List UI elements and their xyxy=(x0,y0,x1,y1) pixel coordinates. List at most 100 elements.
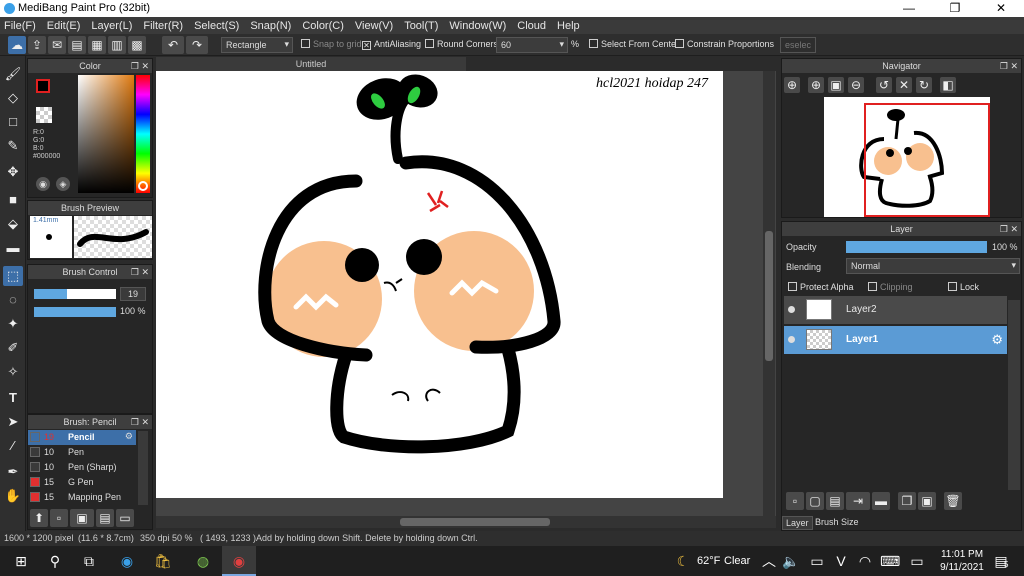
palette-icon[interactable]: ◉ xyxy=(36,177,50,191)
menu-file[interactable]: File(F) xyxy=(4,20,36,32)
page-icon[interactable]: ▦ xyxy=(88,36,106,54)
navigator-viewport[interactable] xyxy=(864,103,990,217)
keyboard-icon[interactable]: ▭ xyxy=(808,552,826,570)
select-pen-tool-icon[interactable]: ✐ xyxy=(3,338,23,358)
menu-snap[interactable]: Snap(N) xyxy=(250,20,291,32)
foreground-color-swatch[interactable] xyxy=(36,79,50,93)
task-view-icon[interactable]: ⧉ xyxy=(80,552,98,570)
layer-list-scrollbar[interactable] xyxy=(1008,300,1020,490)
panel-close-icon[interactable]: ❐ ✕ xyxy=(1000,59,1018,73)
zoom-icon[interactable]: ⊕ xyxy=(808,77,824,93)
gear-icon[interactable]: ⚙ xyxy=(991,332,1003,348)
navigator-thumbnail[interactable] xyxy=(824,97,990,217)
comment-icon[interactable]: ✉ xyxy=(48,36,66,54)
brush-folder-icon[interactable]: ▭ xyxy=(116,509,134,527)
round-corners-checkbox[interactable]: Round Corners xyxy=(425,39,498,49)
brush-item-mapping-pen[interactable]: 15 Mapping Pen xyxy=(28,490,136,505)
brush-item-pencil[interactable]: 19 Pencil ⚙ xyxy=(28,430,136,445)
clock-time[interactable]: 11:01 PM xyxy=(940,549,984,560)
document-tab[interactable]: Untitled xyxy=(156,57,466,71)
weather-temp[interactable]: 62°F xyxy=(697,555,720,567)
brush-item-g-pen[interactable]: 15 G Pen xyxy=(28,475,136,490)
blending-select[interactable]: Normal ▾ xyxy=(846,258,1020,274)
menu-color[interactable]: Color(C) xyxy=(302,20,344,32)
brush-size-value[interactable]: 19 xyxy=(120,287,146,301)
transparent-swatch[interactable] xyxy=(36,107,52,123)
select-from-center-checkbox[interactable]: Select From Center xyxy=(589,39,679,49)
horizontal-scroll-thumb[interactable] xyxy=(400,518,550,526)
magic-wand-tool-icon[interactable]: ✦ xyxy=(3,314,23,334)
panel-close-icon[interactable]: ❐ ✕ xyxy=(131,415,149,429)
dropper-tool-icon[interactable]: ⁄ xyxy=(3,436,23,456)
v-icon[interactable]: V xyxy=(832,552,850,570)
select-tool-icon[interactable]: ⬚ xyxy=(3,266,23,286)
rect-tool-icon[interactable]: □ xyxy=(3,112,23,132)
tile-icon[interactable]: ▩ xyxy=(128,36,146,54)
close-button[interactable]: ✕ xyxy=(978,0,1024,17)
bucket-tool-icon[interactable]: ⬙ xyxy=(3,214,23,234)
horizontal-scrollbar[interactable] xyxy=(156,516,776,528)
eraser-tool-icon[interactable]: ◇ xyxy=(3,88,23,108)
protect-alpha-checkbox[interactable]: Protect Alpha xyxy=(788,282,854,292)
new-folder-layer-icon[interactable]: ▤ xyxy=(826,492,844,510)
brush-list-scrollbar[interactable] xyxy=(138,431,148,505)
store-icon[interactable]: 🛍 xyxy=(154,552,172,570)
color-field[interactable] xyxy=(78,75,134,193)
duplicate-layer-icon[interactable]: ❐ xyxy=(898,492,916,510)
tab-brush-size[interactable]: Brush Size xyxy=(812,516,862,528)
brush-size-slider[interactable] xyxy=(34,289,116,299)
grid-icon[interactable]: ▥ xyxy=(108,36,126,54)
brush-item-pen[interactable]: 10 Pen xyxy=(28,445,136,460)
menu-cloud[interactable]: Cloud xyxy=(517,20,546,32)
menu-help[interactable]: Help xyxy=(557,20,580,32)
brush-menu-icon[interactable]: ▣ xyxy=(70,509,94,527)
clipping-checkbox[interactable]: Clipping xyxy=(868,282,913,292)
trash-icon[interactable]: 🗑 xyxy=(944,492,962,510)
speaker-icon[interactable]: 🔈 xyxy=(782,552,800,570)
panel-close-icon[interactable]: ❐ ✕ xyxy=(131,59,149,73)
battery-icon[interactable]: ▭ xyxy=(908,552,926,570)
tab-layer[interactable]: Layer xyxy=(782,516,813,530)
add-brush-icon[interactable]: ⬆ xyxy=(30,509,48,527)
deselect-button[interactable]: eselec xyxy=(780,37,817,53)
rotate-reset-icon[interactable]: ✕ xyxy=(896,77,912,93)
chevron-up-icon[interactable]: ︿ xyxy=(760,552,778,570)
maximize-button[interactable]: ❐ xyxy=(932,0,978,17)
vertical-scrollbar[interactable] xyxy=(763,71,775,516)
panel-close-icon[interactable]: ❐ ✕ xyxy=(131,265,149,279)
rotate-left-icon[interactable]: ↺ xyxy=(876,77,892,93)
app-icon-green[interactable]: ◍ xyxy=(194,552,212,570)
new-brush-icon[interactable]: ▫ xyxy=(50,509,68,527)
menu-view[interactable]: View(V) xyxy=(355,20,393,32)
menu-select[interactable]: Select(S) xyxy=(194,20,239,32)
minimize-button[interactable]: — xyxy=(886,0,932,17)
layer-menu-icon[interactable]: ⇥ xyxy=(846,492,870,510)
brush-opacity-slider[interactable] xyxy=(34,307,116,317)
layer-opacity-slider[interactable] xyxy=(846,241,987,253)
snap-to-grid-checkbox[interactable]: Snap to grid xyxy=(301,39,362,49)
fill-rect-tool-icon[interactable]: ■ xyxy=(3,190,23,210)
clock-date[interactable]: 9/11/2021 xyxy=(940,562,984,573)
palette-edit-icon[interactable]: ◈ xyxy=(56,177,70,191)
eye-icon[interactable] xyxy=(788,336,795,343)
eyedropper-tool-icon[interactable]: ✒ xyxy=(3,462,23,482)
gradient-tool-icon[interactable]: ▬ xyxy=(3,238,23,258)
rotate-right-icon[interactable]: ↻ xyxy=(916,77,932,93)
constrain-proportions-checkbox[interactable]: Constrain Proportions xyxy=(675,39,774,49)
weather-text[interactable]: Clear xyxy=(724,555,750,567)
menu-window[interactable]: Window(W) xyxy=(449,20,506,32)
lasso-tool-icon[interactable]: ◌ xyxy=(3,290,23,310)
share-icon[interactable]: ⇪ xyxy=(28,36,46,54)
operation-tool-icon[interactable]: ➤ xyxy=(3,412,23,432)
panel-close-icon[interactable]: ❐ ✕ xyxy=(1000,222,1018,236)
shape-select[interactable]: Rectangle ▾ xyxy=(221,37,293,53)
undo-icon[interactable]: ↶ xyxy=(162,36,184,54)
drawing-canvas[interactable]: hcl2021 hoidap 247 xyxy=(156,71,723,498)
round-value-input[interactable]: 60 ▾ xyxy=(496,37,568,53)
brush-item-pen-sharp[interactable]: 10 Pen (Sharp) xyxy=(28,460,136,475)
edge-icon[interactable]: ◉ xyxy=(118,552,136,570)
input-icon[interactable]: ⌨ xyxy=(880,552,900,570)
cloud-icon[interactable]: ☁ xyxy=(8,36,26,54)
wifi-icon[interactable]: ◠ xyxy=(856,552,874,570)
new-halftone-layer-icon[interactable]: ▢ xyxy=(806,492,824,510)
